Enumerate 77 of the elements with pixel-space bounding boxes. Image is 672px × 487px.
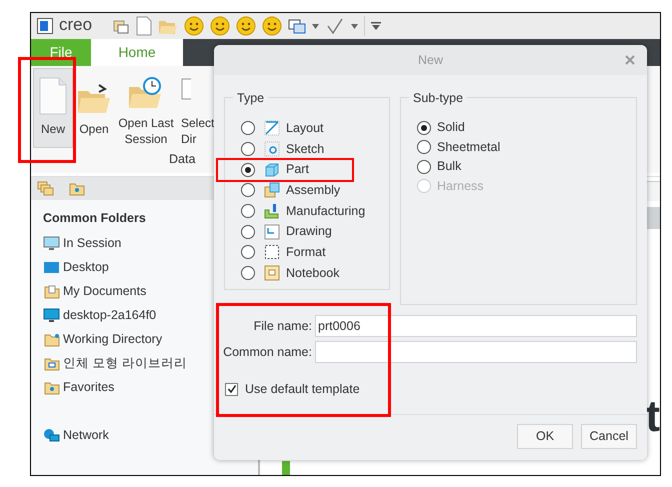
favorites-folder-icon (69, 182, 85, 196)
radio-button[interactable] (241, 266, 255, 280)
library-folder-icon (44, 356, 60, 371)
working-folder-icon (44, 332, 60, 347)
radio-button[interactable] (241, 142, 255, 156)
monitor-icon (43, 308, 60, 324)
smiley-icon[interactable] (184, 16, 204, 36)
option-label: Assembly (286, 182, 340, 200)
accent-bar (282, 461, 290, 475)
option-label: Drawing (286, 223, 332, 240)
ribbon-button[interactable]: Open Last Session (115, 68, 177, 148)
radio-button[interactable] (241, 183, 255, 198)
option-label: Solid (437, 119, 465, 136)
checkbox-row[interactable]: Use default template (225, 380, 647, 399)
desktop-icon (43, 260, 60, 276)
radio-button[interactable] (241, 245, 255, 260)
ribbon-button[interactable]: Open (76, 68, 112, 148)
smiley-icon[interactable] (236, 16, 256, 36)
checkbox[interactable] (225, 382, 238, 396)
format-icon (264, 244, 280, 260)
layout-icon (264, 120, 280, 136)
manufacturing-icon (264, 203, 280, 220)
monitor-icon (43, 236, 60, 252)
option-label: Bulk (437, 158, 462, 176)
option-label: Sketch (286, 140, 324, 158)
dialog-title: New (418, 52, 443, 69)
smiley-icon[interactable] (262, 16, 282, 36)
dialog-button[interactable]: OK (517, 424, 573, 449)
radio-button[interactable] (241, 162, 255, 177)
radio-button[interactable] (417, 120, 431, 135)
app-logo-icon (37, 18, 53, 34)
assembly-icon (264, 182, 280, 198)
input-field[interactable]: prt0006 (315, 315, 637, 337)
documents-folder-icon (44, 284, 60, 299)
option-label: Manufacturing (286, 202, 366, 220)
field-label: File name: (252, 318, 313, 335)
document-icon (38, 77, 68, 115)
folder-item[interactable]: Desktop (43, 256, 258, 280)
folder-item[interactable]: My Documents (43, 280, 258, 304)
option-label: Harness (437, 178, 484, 195)
ribbon-group-label: Data (169, 151, 196, 168)
option-label: Notebook (286, 264, 340, 282)
ribbon-tab[interactable]: Home (91, 39, 183, 66)
dialog-button[interactable]: Cancel (581, 424, 637, 449)
folder-item[interactable]: Network (43, 424, 258, 448)
drawing-icon (264, 224, 280, 240)
radio-button[interactable] (417, 140, 431, 154)
sketch-icon (264, 141, 280, 158)
option-label: Part (286, 161, 309, 178)
windows-icon[interactable] (288, 18, 306, 34)
option-label: Layout (286, 120, 324, 137)
smiley-icon[interactable] (210, 16, 230, 36)
document-icon[interactable] (136, 16, 152, 36)
cube-icon (264, 162, 280, 178)
option-label: Format (286, 244, 326, 262)
notebook-icon (264, 265, 280, 282)
radio-button[interactable] (241, 204, 255, 218)
ribbon-button[interactable]: Select Dir (180, 68, 217, 148)
radio-button[interactable] (417, 160, 431, 174)
customize-icon[interactable] (371, 22, 382, 30)
input-field[interactable] (315, 341, 637, 363)
app-logo: creo (59, 14, 92, 36)
globe-icon (43, 428, 60, 444)
radio-button[interactable] (241, 121, 255, 136)
ribbon-button[interactable]: New (33, 68, 73, 148)
caret-icon[interactable] (351, 24, 358, 28)
field-label: Common name: (222, 344, 313, 361)
tolerance-check-icon[interactable] (325, 16, 346, 36)
radio-button[interactable] (241, 224, 255, 239)
section-heading: Common Folders (43, 210, 146, 227)
heading-text: t (645, 395, 660, 439)
caret-icon[interactable] (312, 24, 320, 28)
open-folder-icon (77, 83, 111, 115)
folder-item[interactable]: In Session (43, 232, 258, 256)
favorites-folder-icon (44, 380, 60, 395)
option-label: Sheetmetal (437, 138, 500, 156)
folder-clock-icon (128, 77, 164, 109)
